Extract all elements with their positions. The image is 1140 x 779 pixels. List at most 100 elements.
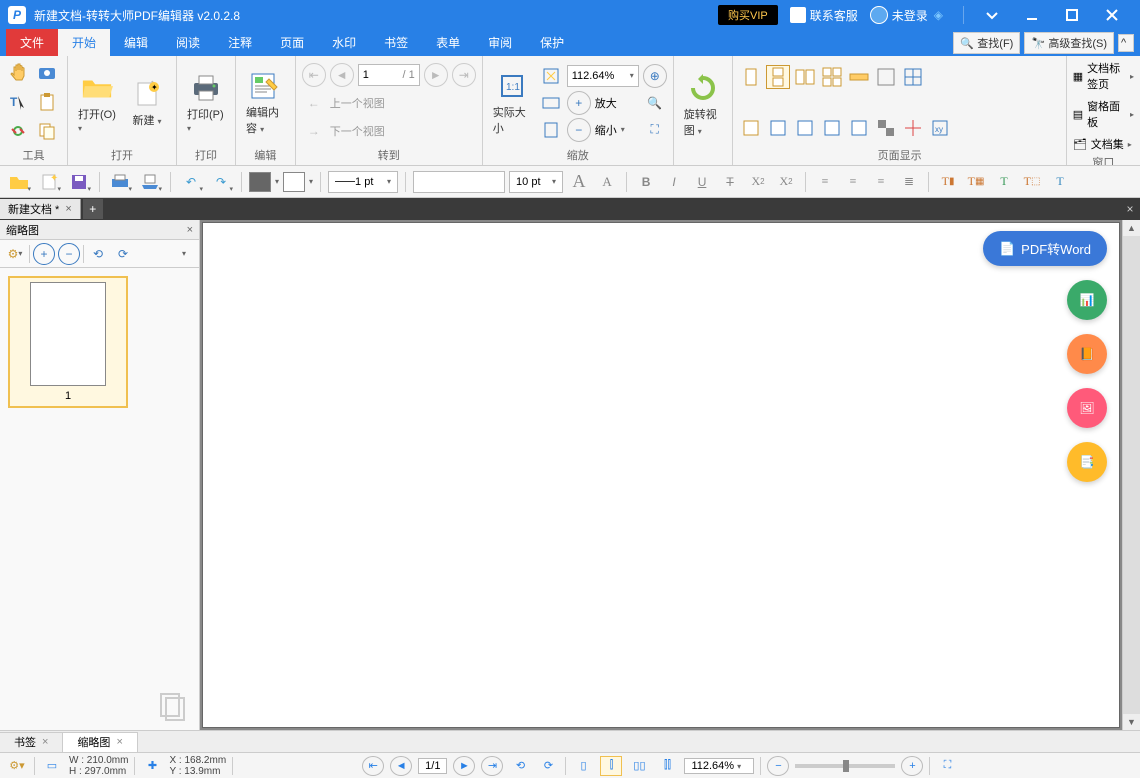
scroll-down-button[interactable]: ▼ xyxy=(1123,714,1140,730)
minimize-button[interactable] xyxy=(1012,0,1052,30)
fit-page-button[interactable] xyxy=(539,64,563,88)
scroll-track[interactable] xyxy=(1123,236,1140,714)
add-tab-button[interactable]: + xyxy=(83,199,103,219)
edit-content-button[interactable]: 编辑内容 ▾ xyxy=(242,68,289,138)
zoom-loupe-in-button[interactable]: ⊕ xyxy=(643,64,667,88)
open-button[interactable]: 打开(O) ▾ xyxy=(74,70,120,136)
ruler-button[interactable] xyxy=(847,65,871,89)
zoom-out-icon-button[interactable]: − xyxy=(567,118,591,142)
fit-width-button[interactable] xyxy=(539,91,563,115)
new-button[interactable]: ✦ 新建 ▾ xyxy=(124,76,170,130)
zoom-in-icon-button[interactable]: + xyxy=(567,91,591,115)
tab-start[interactable]: 开始 xyxy=(58,29,110,56)
prev-view-button[interactable]: ← xyxy=(302,91,326,115)
buy-vip-button[interactable]: 购买VIP xyxy=(718,5,778,25)
close-button[interactable] xyxy=(1092,0,1132,30)
underline-button[interactable]: U xyxy=(690,170,714,194)
next-view-button[interactable]: → xyxy=(302,119,326,143)
pdf-convert-button[interactable]: 📑 xyxy=(1067,442,1107,482)
tab-read[interactable]: 阅读 xyxy=(162,29,214,56)
align-right-button[interactable]: ≡ xyxy=(869,170,893,194)
fill-color-swatch[interactable] xyxy=(249,172,271,192)
pdf-to-excel-button[interactable]: 📊 xyxy=(1067,280,1107,320)
font-family-input[interactable] xyxy=(413,171,505,193)
text-fx2-button[interactable]: T⬚ xyxy=(1020,170,1044,194)
grow-font-button[interactable]: A xyxy=(567,170,591,194)
next-page-button[interactable]: ► xyxy=(424,63,448,87)
font-size-input[interactable]: 10 pt▾ xyxy=(509,171,563,193)
actual-size-button[interactable]: 1:1 实际大小 xyxy=(489,68,535,138)
text-fx3-button[interactable]: T xyxy=(1048,170,1072,194)
status-two-page-button[interactable]: ▯▯ xyxy=(628,756,650,776)
page-canvas[interactable]: 📄 PDF转Word 📊 📙 🖼 📑 xyxy=(202,222,1120,728)
zoom-loupe-button[interactable]: 🔍 xyxy=(643,91,667,115)
last-page-button[interactable]: ⇥ xyxy=(452,63,476,87)
rotate-view-button[interactable]: 旋转视图 ▾ xyxy=(680,70,727,140)
bold-button[interactable]: B xyxy=(634,170,658,194)
layout2-button[interactable] xyxy=(766,116,790,140)
status-prev-view-button[interactable]: ⟲ xyxy=(509,756,531,776)
print-button[interactable]: 打印(P) ▾ xyxy=(183,70,229,136)
qt-print-button[interactable]: ▾ xyxy=(107,170,133,194)
collapse-ribbon-button[interactable]: ^ xyxy=(1118,34,1134,52)
tab-review[interactable]: 审阅 xyxy=(474,29,526,56)
doc-tabs-button[interactable]: ▦ 文档标签页 ▸ xyxy=(1073,60,1134,92)
pdf-to-ppt-button[interactable]: 📙 xyxy=(1067,334,1107,374)
single-page-button[interactable] xyxy=(739,65,763,89)
close-all-tabs-button[interactable]: × xyxy=(1120,202,1140,216)
qt-save-button[interactable]: ▾ xyxy=(66,170,92,194)
first-page-button[interactable]: ⇤ xyxy=(302,63,326,87)
status-zoom-out-button[interactable]: − xyxy=(767,756,789,776)
maximize-button[interactable] xyxy=(1052,0,1092,30)
thumbnail-page-1[interactable]: 1 xyxy=(8,276,128,408)
superscript-button[interactable]: X2 xyxy=(774,170,798,194)
prev-page-button[interactable]: ◄ xyxy=(330,63,354,87)
status-first-page-button[interactable]: ⇤ xyxy=(362,756,384,776)
layout4-button[interactable] xyxy=(820,116,844,140)
two-page-cont-button[interactable] xyxy=(820,65,844,89)
zoom-marquee-button[interactable]: ⛶ xyxy=(643,118,667,142)
xy-button[interactable]: xy xyxy=(928,116,952,140)
page-input[interactable]: 1/ 1 xyxy=(358,64,420,86)
bottom-tab-bookmarks[interactable]: 书签× xyxy=(0,732,63,752)
italic-button[interactable]: I xyxy=(662,170,686,194)
align-center-button[interactable]: ≡ xyxy=(841,170,865,194)
doctab-newdoc[interactable]: 新建文档 * × xyxy=(0,199,81,219)
stroke-dd[interactable]: ▾ xyxy=(309,177,313,186)
two-page-button[interactable] xyxy=(793,65,817,89)
fill-dd[interactable]: ▾ xyxy=(275,177,279,186)
qt-redo-button[interactable]: ↷▾ xyxy=(208,170,234,194)
find-button[interactable]: 🔍 查找(F) xyxy=(953,32,1020,54)
tab-bookmark[interactable]: 书签 xyxy=(370,29,422,56)
status-next-page-button[interactable]: ► xyxy=(453,756,475,776)
snap-button[interactable] xyxy=(901,116,925,140)
highlight-button[interactable]: T▦ xyxy=(964,170,988,194)
layout1-button[interactable] xyxy=(739,116,763,140)
subscript-button[interactable]: X2 xyxy=(746,170,770,194)
layout3-button[interactable] xyxy=(793,116,817,140)
contact-support-button[interactable]: 联系客服 xyxy=(790,7,858,24)
qt-undo-button[interactable]: ↶▾ xyxy=(178,170,204,194)
dropdown-button[interactable] xyxy=(972,0,1012,30)
fullscreen-button[interactable]: ⛶ xyxy=(936,756,958,776)
close-icon[interactable]: × xyxy=(42,736,48,748)
align-justify-button[interactable]: ≣ xyxy=(897,170,921,194)
status-last-page-button[interactable]: ⇥ xyxy=(481,756,503,776)
continuous-page-button[interactable] xyxy=(766,65,790,89)
status-continuous-button[interactable]: ⫿ xyxy=(600,756,622,776)
vertical-scrollbar[interactable]: ▲ ▼ xyxy=(1122,220,1140,730)
thumb-zoom-in-button[interactable]: + xyxy=(33,243,55,265)
status-zoom-in-button[interactable]: + xyxy=(901,756,923,776)
login-button[interactable]: 未登录 ◈ xyxy=(870,6,943,24)
grid2-button[interactable] xyxy=(901,65,925,89)
tab-annotate[interactable]: 注释 xyxy=(214,29,266,56)
status-prev-page-button[interactable]: ◄ xyxy=(390,756,412,776)
tab-edit[interactable]: 编辑 xyxy=(110,29,162,56)
status-options-button[interactable]: ⚙▾ xyxy=(6,756,28,776)
tab-form[interactable]: 表单 xyxy=(422,29,474,56)
thumb-options-button[interactable]: ⚙▾ xyxy=(4,243,26,265)
stroke-color-swatch[interactable] xyxy=(283,172,305,192)
status-page-input[interactable]: 1/1 xyxy=(418,758,447,774)
checker-button[interactable] xyxy=(874,116,898,140)
thumb-zoom-out-button[interactable]: − xyxy=(58,243,80,265)
